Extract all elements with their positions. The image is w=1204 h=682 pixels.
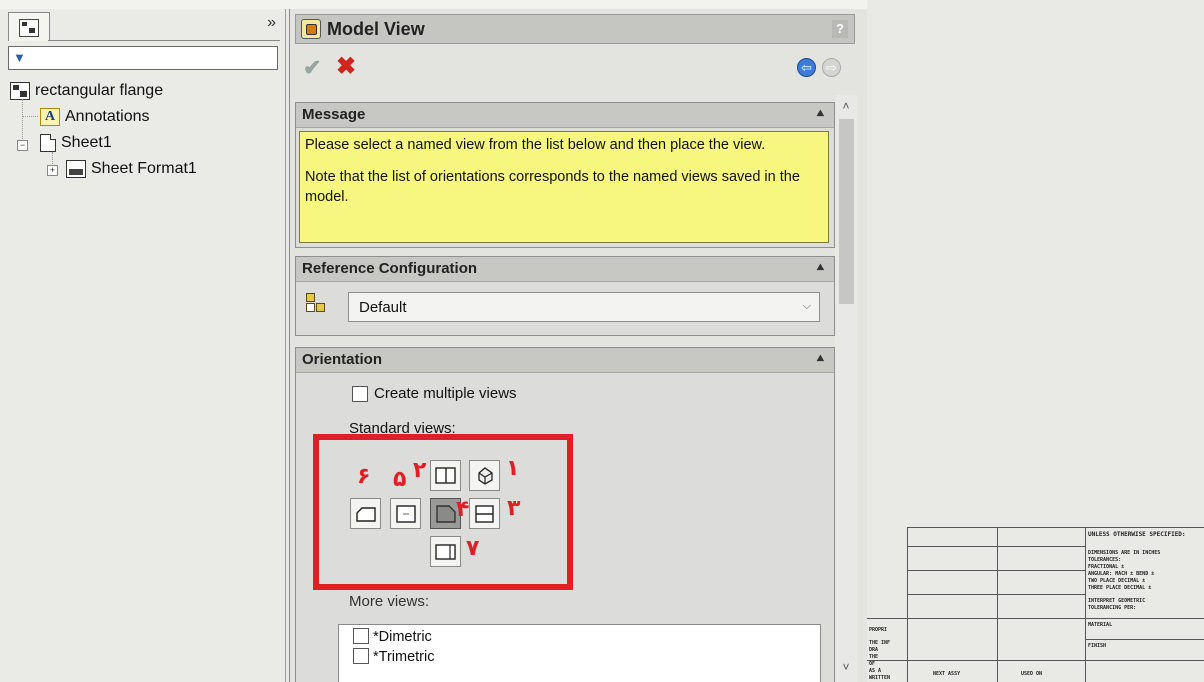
create-multiple-views-label: Create multiple views [374,385,517,402]
configuration-value: Default [359,299,407,316]
title-block-text: NEXT ASSY [933,671,961,677]
property-manager-scrollbar[interactable]: ˄ ˅ [835,95,857,682]
feature-tree-icon [19,19,39,37]
annotation-number: ۷ [466,536,480,561]
title-block-text: TOLERANCING PER: [1088,605,1137,611]
reference-configuration-group: Reference Configuration ⯅ Default ⌵ [295,256,835,336]
scroll-down-icon[interactable]: ˅ [838,660,854,676]
tab-divider [48,40,280,41]
tree-filter-input[interactable]: ▼ [8,46,278,70]
title-block-text: MATERIAL [1088,622,1113,628]
next-icon[interactable]: ⇨ [822,58,841,77]
sheet-icon [40,133,56,152]
model-view-icon [301,19,321,39]
title-block-text: TWO PLACE DECIMAL ± [1088,578,1146,584]
collapse-icon[interactable]: ⯅ [815,105,826,122]
annotation-number: ۴ [456,497,470,522]
orientation-group-header[interactable]: Orientation ⯅ [296,348,834,373]
title-block-text: INTERPRET GEOMETRIC [1088,598,1146,604]
message-note: Note that the list of orientations corre… [305,169,800,205]
more-views-label: More views: [349,593,430,610]
more-view-checkbox[interactable] [353,628,369,645]
title-block-text: PROPRI [869,627,888,633]
title-block-text: THE INF [869,640,891,646]
orientation-group: Orientation ⯅ Create multiple views Stan… [295,347,835,682]
more-view-label: *Dimetric [373,629,432,645]
scroll-up-icon[interactable]: ˄ [838,99,854,115]
message-group-header[interactable]: Message ⯅ [296,103,834,128]
reference-configuration-header[interactable]: Reference Configuration ⯅ [296,257,834,282]
group-title: Message [302,106,366,123]
title-block-text: TOLERANCES: [1088,557,1122,563]
more-view-checkbox[interactable] [353,648,369,665]
title-block-text: FRACTIONAL ± [1088,564,1125,570]
back-icon[interactable]: ⇦ [797,58,816,77]
configuration-icon [306,293,328,315]
title-block-text: ANGULAR: MACH ± BEND ± [1088,571,1155,577]
tree-item-drawing[interactable]: rectangular flange [10,79,163,103]
title-block-text: OF [869,661,876,667]
feature-manager-tab[interactable] [8,12,50,41]
more-view-item-trimetric[interactable]: *Trimetric [353,647,434,667]
tree-item-annotations[interactable]: A Annotations [40,105,150,129]
group-title: Reference Configuration [302,260,478,277]
tree-item-label: Annotations [65,108,150,125]
title-block-text: THREE PLACE DECIMAL ± [1088,585,1152,591]
tree-item-label: rectangular flange [35,82,164,99]
tree-connector [22,116,38,117]
ok-button[interactable]: ✔ [303,55,321,81]
property-manager: Model View ? ✔ ✖ ⇦ ⇨ Message ⯅ Please se… [289,9,868,682]
tree-item-sheet1[interactable]: Sheet1 [40,131,112,155]
sheet-format-icon [66,159,86,178]
drawing-sheet[interactable]: UNLESS OTHERWISE SPECIFIED: DIMENSIONS A… [867,0,1204,682]
filter-icon: ▼ [13,50,26,65]
title-block-text: AS A [869,668,882,674]
tree-item-label: Sheet1 [61,134,112,151]
collapse-panel-chevron-icon[interactable]: » [267,14,276,32]
tree-item-label: Sheet Format1 [91,160,197,177]
property-manager-title-bar: Model View ? [295,14,855,44]
title-block-text: USED ON [1021,671,1043,677]
create-multiple-views-checkbox[interactable] [352,386,368,402]
annotation-number: ۲ [413,458,427,483]
annotations-icon: A [40,107,60,126]
title-block-text: WRITTEN [869,675,891,681]
configuration-dropdown[interactable]: Default ⌵ [348,292,820,322]
tree-item-sheet-format1[interactable]: Sheet Format1 [66,157,197,181]
title-block-text: FINISH [1088,643,1107,649]
page-title: Model View [327,19,425,39]
scroll-thumb[interactable] [839,119,854,304]
cancel-button[interactable]: ✖ [336,52,356,81]
feature-manager-panel: » ▼ rectangular flange A Annotations − Sh… [0,9,286,682]
message-group: Message ⯅ Please select a named view fro… [295,102,835,248]
panel-tab-bar: » [8,12,280,42]
title-block-text: DRA [869,647,879,653]
chevron-down-icon: ⌵ [802,300,811,312]
annotation-number: ۶ [357,464,371,489]
property-manager-content: Message ⯅ Please select a named view fro… [295,95,855,682]
sheet-collapse-toggle[interactable]: − [17,140,28,151]
title-block-text: DIMENSIONS ARE IN INCHES [1088,550,1161,556]
title-block: UNLESS OTHERWISE SPECIFIED: DIMENSIONS A… [867,527,1204,682]
more-views-list[interactable]: *Dimetric *Trimetric [338,624,821,682]
drawing-icon [10,81,30,100]
help-icon[interactable]: ? [832,20,848,38]
title-block-text: UNLESS OTHERWISE SPECIFIED: [1088,531,1186,538]
sheet-format-expand-toggle[interactable]: + [47,165,58,176]
message-text: Please select a named view from the list… [305,137,766,153]
more-view-label: *Trimetric [373,649,435,665]
message-box: Please select a named view from the list… [299,131,829,243]
annotation-number: ۱ [506,456,520,481]
group-title: Orientation [302,351,383,368]
more-view-item-dimetric[interactable]: *Dimetric [353,627,432,647]
annotation-number: ۳ [507,496,521,521]
highlight-frame [313,434,573,590]
collapse-icon[interactable]: ⯅ [815,259,826,276]
annotation-number: ۵ [393,467,407,492]
title-block-text: THE [869,654,879,660]
collapse-icon[interactable]: ⯅ [815,350,826,367]
